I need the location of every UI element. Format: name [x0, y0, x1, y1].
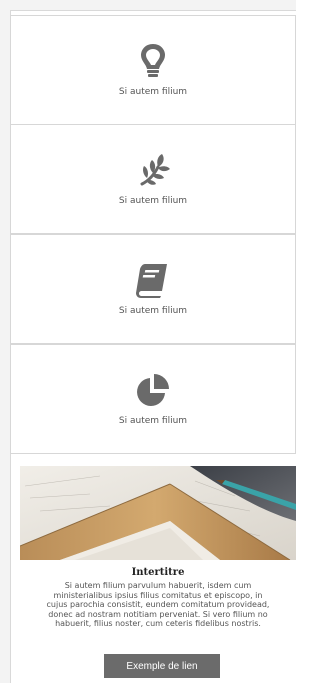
article-body-line: ministerialibus ipsius filius comitatus … — [53, 590, 263, 600]
leaf-sprig-icon — [133, 150, 173, 190]
article-body-line: habuerit, filius noster, cum ceteris fid… — [55, 619, 261, 628]
article-body-line: cujus parochia consistit, eundem comitat… — [46, 600, 270, 609]
feature-tile-4[interactable]: Si autem filium — [10, 344, 296, 454]
tile-label: Si autem filium — [118, 196, 188, 206]
article-body: Si autem filium parvulum habuerit, isdem… — [20, 581, 296, 629]
desk-photo — [20, 466, 296, 560]
tile-label: Si autem filium — [118, 87, 188, 97]
feature-tile-1[interactable]: Si autem filium — [10, 15, 296, 125]
article-title: Intertitre — [131, 567, 185, 578]
tile-label: Si autem filium — [118, 416, 188, 426]
article-card: Intertitre Si autem filium parvulum habu… — [20, 466, 296, 683]
example-link-button[interactable]: Exemple de lien — [104, 654, 220, 678]
feature-tile-2[interactable]: Si autem filium — [10, 124, 296, 234]
page: Si autem filium Si autem filium Si autem… — [0, 0, 296, 683]
feature-tile-3[interactable]: Si autem filium — [10, 234, 296, 344]
tile-label: Si autem filium — [118, 306, 188, 316]
article-body-line: donec ad nostram notitiam perveniat. Si … — [48, 609, 268, 619]
article-body-line: Si autem filium parvulum habuerit, isdem… — [64, 581, 252, 590]
pie-chart-icon — [133, 370, 173, 410]
book-icon — [133, 260, 173, 300]
lightbulb-icon — [133, 41, 173, 81]
